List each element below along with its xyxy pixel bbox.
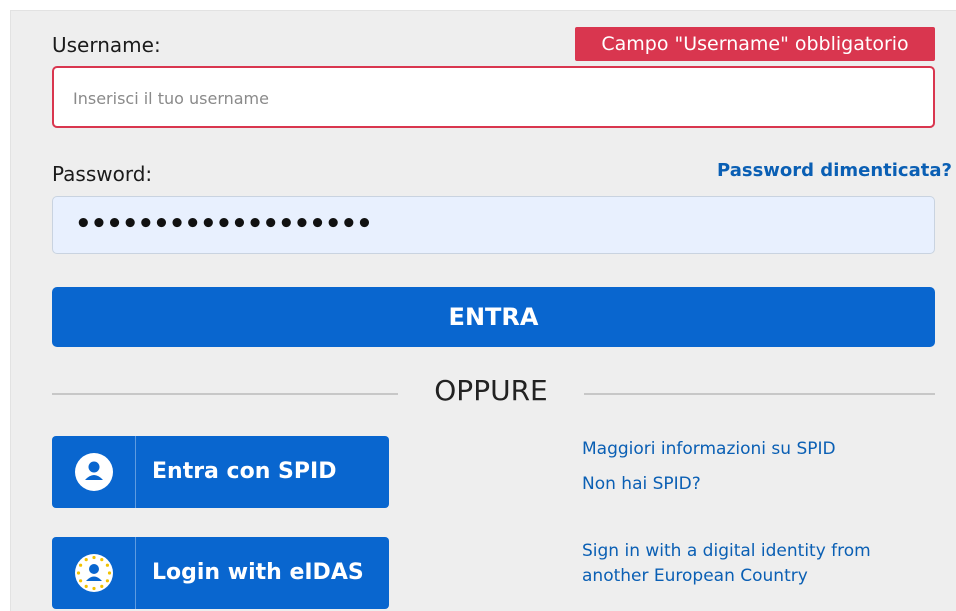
username-input[interactable]: Inserisci il tuo username (52, 66, 935, 128)
forgot-password-link[interactable]: Password dimenticata? (717, 160, 952, 181)
password-input[interactable]: ••••••••••••••••••• (52, 196, 935, 254)
password-label: Password: (52, 162, 153, 186)
username-label: Username: (52, 33, 161, 57)
eidas-info-link-line2[interactable]: another European Country (582, 566, 808, 586)
eidas-login-button[interactable]: Login with eIDAS (52, 537, 389, 609)
spid-button-label: Entra con SPID (152, 459, 337, 484)
eidas-button-label: Login with eIDAS (152, 560, 364, 585)
spid-login-button[interactable]: Entra con SPID (52, 436, 389, 508)
password-masked-value: ••••••••••••••••••• (75, 209, 373, 239)
button-divider (135, 436, 136, 508)
button-divider (135, 537, 136, 609)
username-error-badge: Campo "Username" obbligatorio (575, 27, 935, 61)
separator-line-left (52, 393, 398, 395)
login-submit-button[interactable]: ENTRA (52, 287, 935, 347)
separator-text: OPPURE (434, 374, 548, 407)
eu-user-icon (74, 553, 114, 593)
eidas-info-link-line1[interactable]: Sign in with a digital identity from (582, 541, 871, 561)
spid-info-link[interactable]: Maggiori informazioni su SPID (582, 439, 836, 459)
username-placeholder: Inserisci il tuo username (73, 89, 269, 108)
no-spid-link[interactable]: Non hai SPID? (582, 474, 701, 494)
user-icon (74, 452, 114, 492)
separator-line-right (584, 393, 935, 395)
